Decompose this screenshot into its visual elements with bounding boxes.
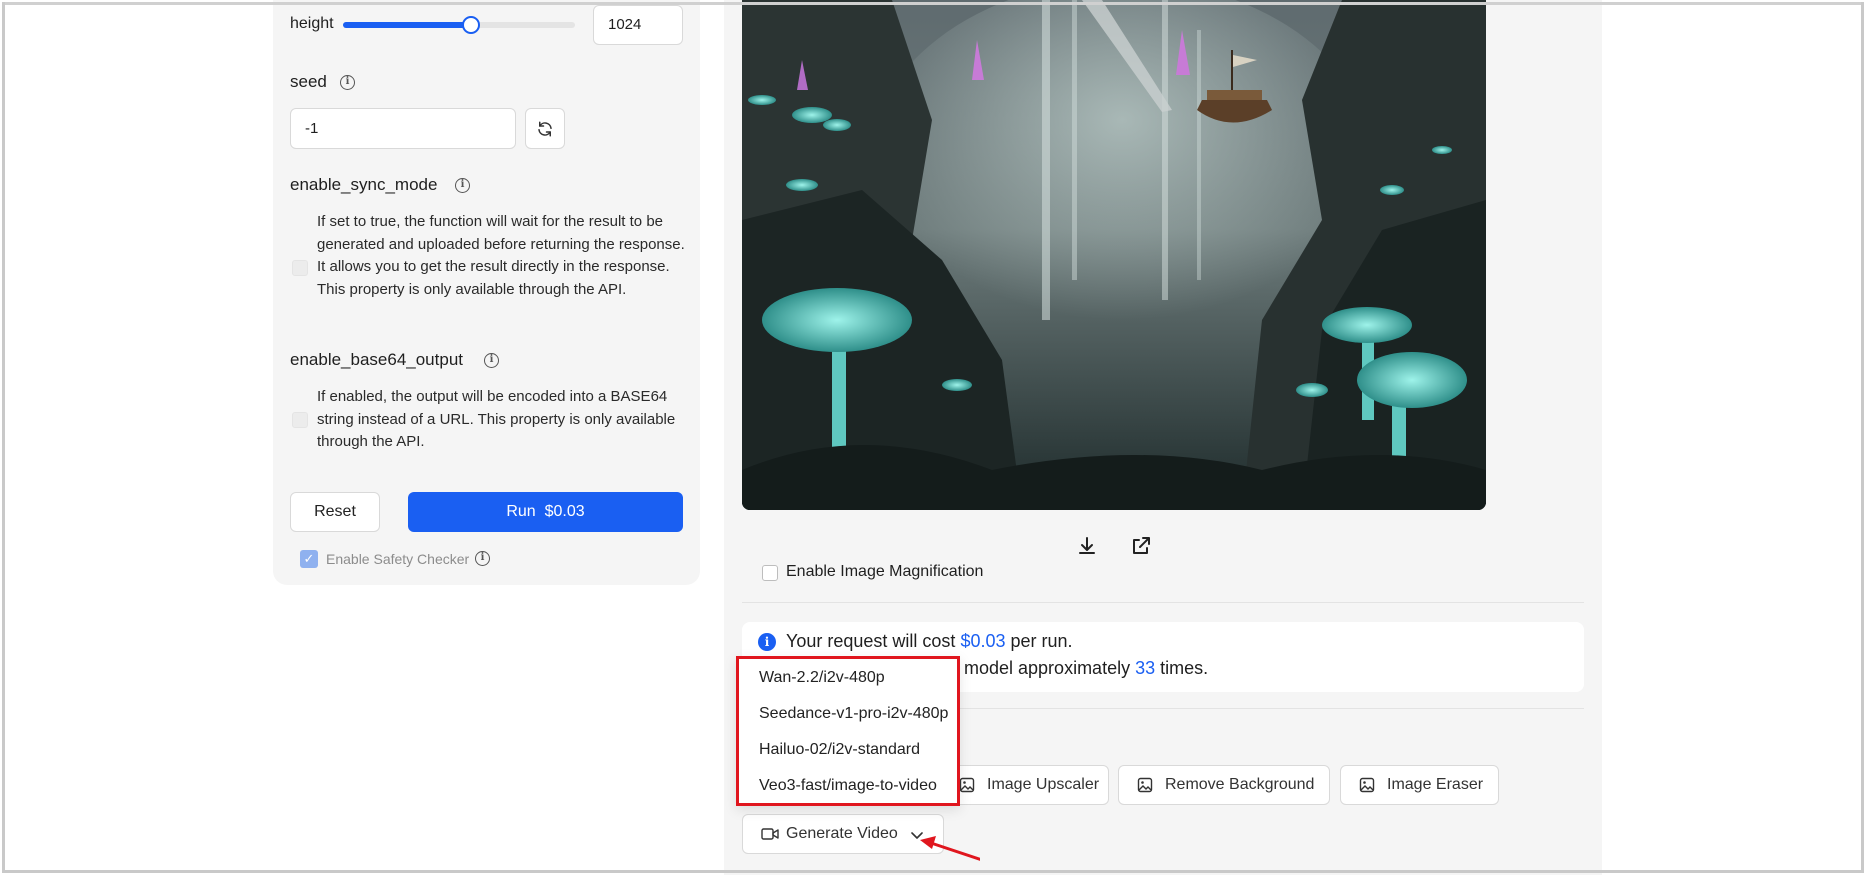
menu-item-seedance[interactable]: Seedance-v1-pro-i2v-480p xyxy=(759,705,948,723)
base64-description: If enabled, the output will be encoded i… xyxy=(317,388,676,450)
generate-video-menu: Wan-2.2/i2v-480p Seedance-v1-pro-i2v-480… xyxy=(736,656,960,806)
download-icon[interactable] xyxy=(1075,534,1099,558)
run-button[interactable]: Run $0.03 xyxy=(408,492,683,532)
image-upscaler-label: Image Upscaler xyxy=(987,776,1100,793)
refresh-icon xyxy=(538,121,552,137)
annotation-arrow xyxy=(920,836,980,861)
menu-item-veo3[interactable]: Veo3-fast/image-to-video xyxy=(759,777,937,795)
base64-label: enable_base64_output xyxy=(290,350,463,369)
base64-checkbox[interactable] xyxy=(292,412,308,428)
generated-image xyxy=(742,0,1486,510)
height-input[interactable]: 1024 xyxy=(593,5,683,45)
height-slider-handle[interactable] xyxy=(461,16,480,34)
image-eraser-button[interactable]: Image Eraser xyxy=(1340,765,1499,805)
cost-suffix: per run. xyxy=(1010,631,1073,651)
run-price: $0.03 xyxy=(544,503,585,520)
cost-line-1: Your request will cost $0.03 per run. xyxy=(786,631,1073,652)
cost-prefix: Your request will cost xyxy=(786,631,956,651)
sync-mode-description: If set to true, the function will wait f… xyxy=(317,213,685,298)
runs-count: 33 xyxy=(1135,658,1156,678)
image-icon xyxy=(1359,777,1375,793)
runs-prefix: s model approximately xyxy=(950,658,1131,678)
image-magnification-label: Enable Image Magnification xyxy=(786,563,984,580)
height-slider[interactable] xyxy=(343,16,575,34)
menu-item-wan[interactable]: Wan-2.2/i2v-480p xyxy=(759,669,885,687)
image-eraser-label: Image Eraser xyxy=(1387,776,1484,793)
info-icon[interactable]: i xyxy=(475,551,490,566)
menu-item-hailuo[interactable]: Hailuo-02/i2v-standard xyxy=(759,741,920,759)
info-icon: i xyxy=(758,633,776,651)
cost-line-2: s model approximately 33 times. xyxy=(950,658,1208,679)
image-magnification-checkbox[interactable] xyxy=(762,565,778,581)
info-icon[interactable]: i xyxy=(340,75,355,90)
generate-video-label: Generate Video xyxy=(786,825,898,842)
cost-price: $0.03 xyxy=(960,631,1006,651)
safety-checker-label: Enable Safety Checker xyxy=(326,551,470,567)
check-icon: ✓ xyxy=(303,551,315,566)
sync-mode-checkbox[interactable] xyxy=(292,260,308,276)
seed-input[interactable]: -1 xyxy=(290,108,516,149)
runs-suffix: times. xyxy=(1160,658,1209,678)
random-seed-button[interactable] xyxy=(525,108,565,149)
reset-button[interactable]: Reset xyxy=(290,492,380,532)
run-label: Run xyxy=(506,503,536,520)
info-icon[interactable]: i xyxy=(455,178,470,193)
height-slider-fill xyxy=(343,22,471,28)
video-camera-icon xyxy=(761,828,779,840)
info-icon[interactable]: i xyxy=(484,353,499,368)
height-label: height xyxy=(290,15,334,32)
external-link-icon[interactable] xyxy=(1129,534,1153,558)
remove-background-label: Remove Background xyxy=(1165,776,1315,793)
sync-mode-label: enable_sync_mode xyxy=(290,175,438,194)
seed-label: seed xyxy=(290,72,327,91)
image-icon xyxy=(959,777,975,793)
remove-background-button[interactable]: Remove Background xyxy=(1118,765,1330,805)
image-icon xyxy=(1137,777,1153,793)
image-upscaler-button[interactable]: Image Upscaler xyxy=(940,765,1109,805)
generate-video-button[interactable]: Generate Video xyxy=(742,814,944,854)
divider xyxy=(742,602,1584,603)
safety-checker-checkbox[interactable]: ✓ xyxy=(300,550,318,568)
